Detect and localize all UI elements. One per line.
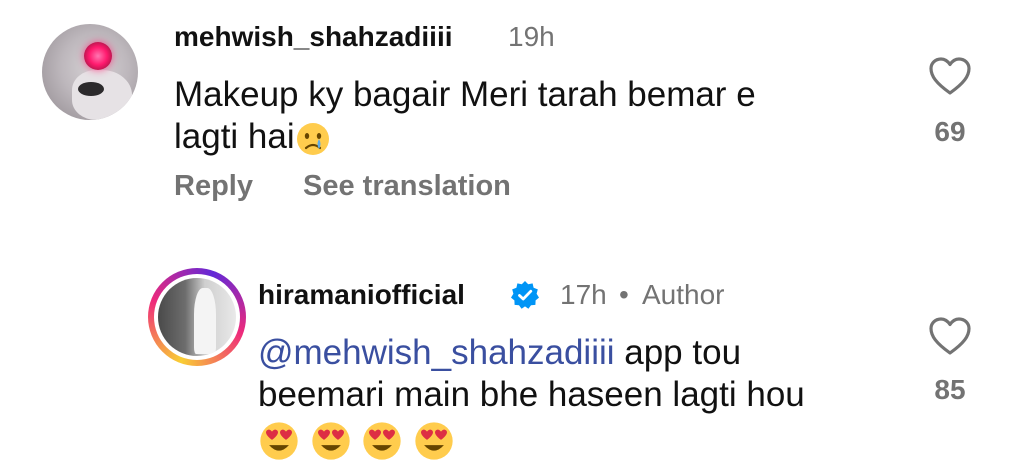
crying-face-emoji-icon — [296, 122, 329, 155]
avatar-story-ring[interactable] — [148, 268, 246, 366]
heart-eyes-emoji-icon — [312, 422, 350, 460]
comment-username[interactable]: hiramaniofficial — [258, 279, 465, 311]
mention-link[interactable]: @mehwish_shahzadiiii — [258, 333, 615, 372]
author-label: Author — [642, 279, 725, 310]
avatar-shadow — [78, 82, 104, 96]
comment-timestamp: 19h — [508, 21, 555, 52]
heart-eyes-emoji-icon — [415, 422, 453, 460]
comment-timestamp: 17h — [560, 279, 607, 310]
separator-dot: • — [619, 279, 629, 310]
comment-username[interactable]: mehwish_shahzadiiii — [174, 21, 453, 53]
like-count: 69 — [934, 116, 966, 147]
heart-icon — [929, 317, 971, 355]
avatar-hand — [72, 70, 132, 120]
comment-emoji-row — [258, 418, 898, 462]
heart-eyes-emoji-icon — [260, 422, 298, 460]
comment-text-line-2: lagti hai — [174, 116, 874, 158]
like-button[interactable] — [920, 56, 980, 101]
avatar-light — [84, 42, 112, 70]
comment-text-line-1: Makeup ky bagair Meri tarah bemar e — [174, 75, 756, 114]
heart-icon — [929, 57, 971, 95]
see-translation-button[interactable]: See translation — [303, 170, 511, 203]
reply-button[interactable]: Reply — [174, 170, 253, 203]
comment-text: Makeup ky bagair Meri tarah bemar e lagt… — [174, 74, 874, 158]
comment-text-line-2: beemari main bhe haseen lagti hou — [258, 375, 805, 414]
avatar — [158, 278, 236, 356]
avatar-figure — [194, 288, 216, 354]
verified-badge-icon — [511, 281, 539, 309]
avatar[interactable] — [42, 24, 138, 120]
comment-text: @mehwish_shahzadiiii app tou beemari mai… — [258, 332, 898, 462]
heart-eyes-emoji-icon — [363, 422, 402, 460]
like-button[interactable] — [920, 316, 980, 361]
comment-text-line-1: @mehwish_shahzadiiii app tou — [258, 333, 742, 372]
like-count: 85 — [934, 374, 966, 405]
